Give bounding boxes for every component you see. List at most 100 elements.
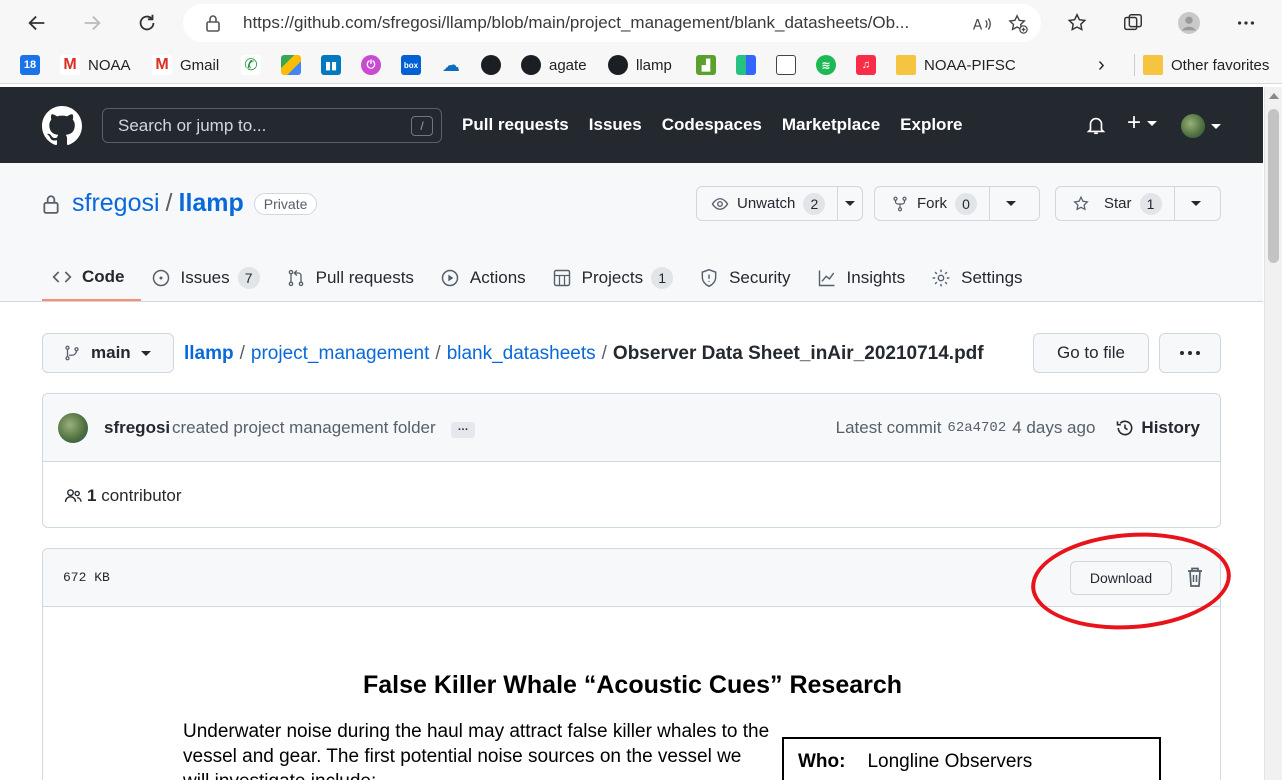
more-options-button[interactable] xyxy=(1159,333,1221,373)
nav-marketplace[interactable]: Marketplace xyxy=(782,115,880,135)
profile-button[interactable] xyxy=(1176,10,1202,36)
notifications-bell-icon[interactable] xyxy=(1085,114,1107,136)
bookmark-onedrive[interactable]: ☁ xyxy=(441,54,469,76)
tab-security[interactable]: Security xyxy=(689,255,806,301)
bookmark-power[interactable]: ⏻ xyxy=(361,54,389,76)
unwatch-label: Unwatch xyxy=(737,195,796,212)
bookmark-label: llamp xyxy=(636,56,672,74)
back-arrow-icon xyxy=(28,15,45,31)
bookmark-phone[interactable]: ✆ xyxy=(241,54,269,76)
fork-icon xyxy=(893,196,907,211)
commit-sha-link[interactable]: 62a4702 xyxy=(947,420,1006,436)
tab-insights[interactable]: Insights xyxy=(807,255,922,301)
tab-label: Code xyxy=(82,267,125,286)
bookmark-music[interactable]: ♫ xyxy=(856,54,884,76)
nav-explore[interactable]: Explore xyxy=(900,115,962,135)
scroll-up-arrow-icon[interactable] xyxy=(1269,93,1279,99)
refresh-button[interactable] xyxy=(130,6,164,40)
tab-issues[interactable]: Issues 7 xyxy=(141,255,276,301)
create-new-button[interactable]: + xyxy=(1127,109,1158,137)
trello-icon: ▮▮ xyxy=(321,55,341,75)
bookmark-other-favorites[interactable]: Other favorites xyxy=(1134,54,1269,76)
pull-request-icon xyxy=(288,269,303,287)
tab-pull-requests[interactable]: Pull requests xyxy=(276,255,430,301)
go-to-file-button[interactable]: Go to file xyxy=(1033,333,1149,373)
star-dropdown[interactable] xyxy=(1175,187,1217,220)
trash-icon[interactable] xyxy=(1185,566,1205,588)
add-favorite-icon[interactable] xyxy=(1007,13,1029,35)
commit-message-link[interactable]: created project management folder xyxy=(172,418,436,438)
back-button[interactable] xyxy=(20,6,54,40)
github-header: Search or jump to... / Pull requests Iss… xyxy=(0,87,1263,163)
more-bookmarks-chevron[interactable]: › xyxy=(1098,54,1105,76)
expand-commit-message-button[interactable]: … xyxy=(451,422,475,438)
repo-owner-link[interactable]: sfregosi xyxy=(72,189,160,218)
unwatch-dropdown[interactable] xyxy=(838,187,862,220)
breadcrumb-folder-link[interactable]: blank_datasheets xyxy=(447,343,596,364)
collections-button[interactable] xyxy=(1120,10,1146,36)
nav-pull-requests[interactable]: Pull requests xyxy=(462,115,569,135)
bookmark-miro[interactable] xyxy=(736,54,764,76)
bookmark-page[interactable] xyxy=(776,54,804,76)
page-scrollbar[interactable] xyxy=(1264,87,1282,780)
fork-dropdown[interactable] xyxy=(990,187,1032,220)
history-label: History xyxy=(1141,418,1200,437)
repo-header: sfregosi / llamp Private Unwatch 2 Fork … xyxy=(0,163,1263,302)
contributors-link[interactable]: 1 contributor xyxy=(63,486,182,506)
pdf-body-text: Underwater noise during the haul may att… xyxy=(183,721,770,780)
download-button[interactable]: Download xyxy=(1070,561,1172,595)
bookmark-agate[interactable]: agate xyxy=(521,54,587,76)
scrollbar-thumb[interactable] xyxy=(1268,109,1279,263)
tab-code[interactable]: Code xyxy=(42,255,141,301)
tab-settings[interactable]: Settings xyxy=(921,255,1038,301)
bookmark-calendar[interactable]: 18 xyxy=(20,54,48,76)
user-menu-button[interactable] xyxy=(1181,114,1221,138)
unwatch-button[interactable]: Unwatch 2 xyxy=(697,187,839,220)
favorites-button[interactable] xyxy=(1064,10,1090,36)
address-bar[interactable]: https://github.com/sfregosi/llamp/blob/m… xyxy=(183,4,1041,42)
bookmark-spotify[interactable]: ≋ xyxy=(816,54,844,76)
breadcrumb-repo-link[interactable]: llamp xyxy=(184,343,234,364)
tab-projects[interactable]: Projects 1 xyxy=(542,255,689,301)
nav-issues[interactable]: Issues xyxy=(589,115,642,135)
bookmark-tractor[interactable]: ▟ xyxy=(696,54,724,76)
read-aloud-icon[interactable]: A xyxy=(971,13,993,35)
url-text: https://github.com/sfregosi/llamp/blob/m… xyxy=(243,13,910,32)
search-placeholder: Search or jump to... xyxy=(118,115,267,135)
forward-button[interactable] xyxy=(75,6,109,40)
bookmark-noaa[interactable]: M NOAA xyxy=(60,54,131,76)
fork-button[interactable]: Fork 0 xyxy=(875,187,990,220)
bookmark-drive[interactable] xyxy=(281,54,309,76)
bookmark-noaa-pifsc[interactable]: NOAA-PIFSC xyxy=(896,54,1016,76)
bookmark-box[interactable]: box xyxy=(401,54,429,76)
bookmark-github[interactable] xyxy=(481,54,509,76)
commit-author-link[interactable]: sfregosi xyxy=(104,418,170,438)
tab-actions[interactable]: Actions xyxy=(430,255,542,301)
branch-icon xyxy=(65,345,79,361)
latest-commit-box: sfregosi created project management fold… xyxy=(42,393,1221,528)
issue-opened-icon xyxy=(152,269,169,287)
bookmark-gmail[interactable]: M Gmail xyxy=(152,54,219,76)
nav-codespaces[interactable]: Codespaces xyxy=(662,115,762,135)
plus-icon: + xyxy=(1127,109,1142,136)
history-button[interactable]: History xyxy=(1115,418,1200,438)
repo-name-link[interactable]: llamp xyxy=(179,189,244,218)
tab-label: Insights xyxy=(846,268,906,287)
fork-label: Fork xyxy=(917,195,947,212)
github-logo-icon[interactable] xyxy=(42,106,82,146)
bookmark-label: Gmail xyxy=(180,56,220,74)
bookmark-trello[interactable]: ▮▮ xyxy=(321,54,349,76)
favorites-star-icon xyxy=(1067,13,1087,31)
breadcrumb-folder-link[interactable]: project_management xyxy=(251,343,430,364)
svg-text:A: A xyxy=(973,18,983,34)
branch-selector[interactable]: main xyxy=(42,333,174,373)
lock-icon xyxy=(206,15,220,32)
forward-arrow-icon xyxy=(84,15,101,31)
browser-menu-button[interactable] xyxy=(1233,10,1259,36)
bookmark-llamp[interactable]: llamp xyxy=(608,54,672,76)
fork-button-group: Fork 0 xyxy=(874,186,1040,221)
shield-icon xyxy=(701,268,717,288)
star-button[interactable]: Star 1 xyxy=(1056,187,1175,220)
author-avatar[interactable] xyxy=(58,413,88,443)
github-search-input[interactable]: Search or jump to... / xyxy=(102,108,442,143)
